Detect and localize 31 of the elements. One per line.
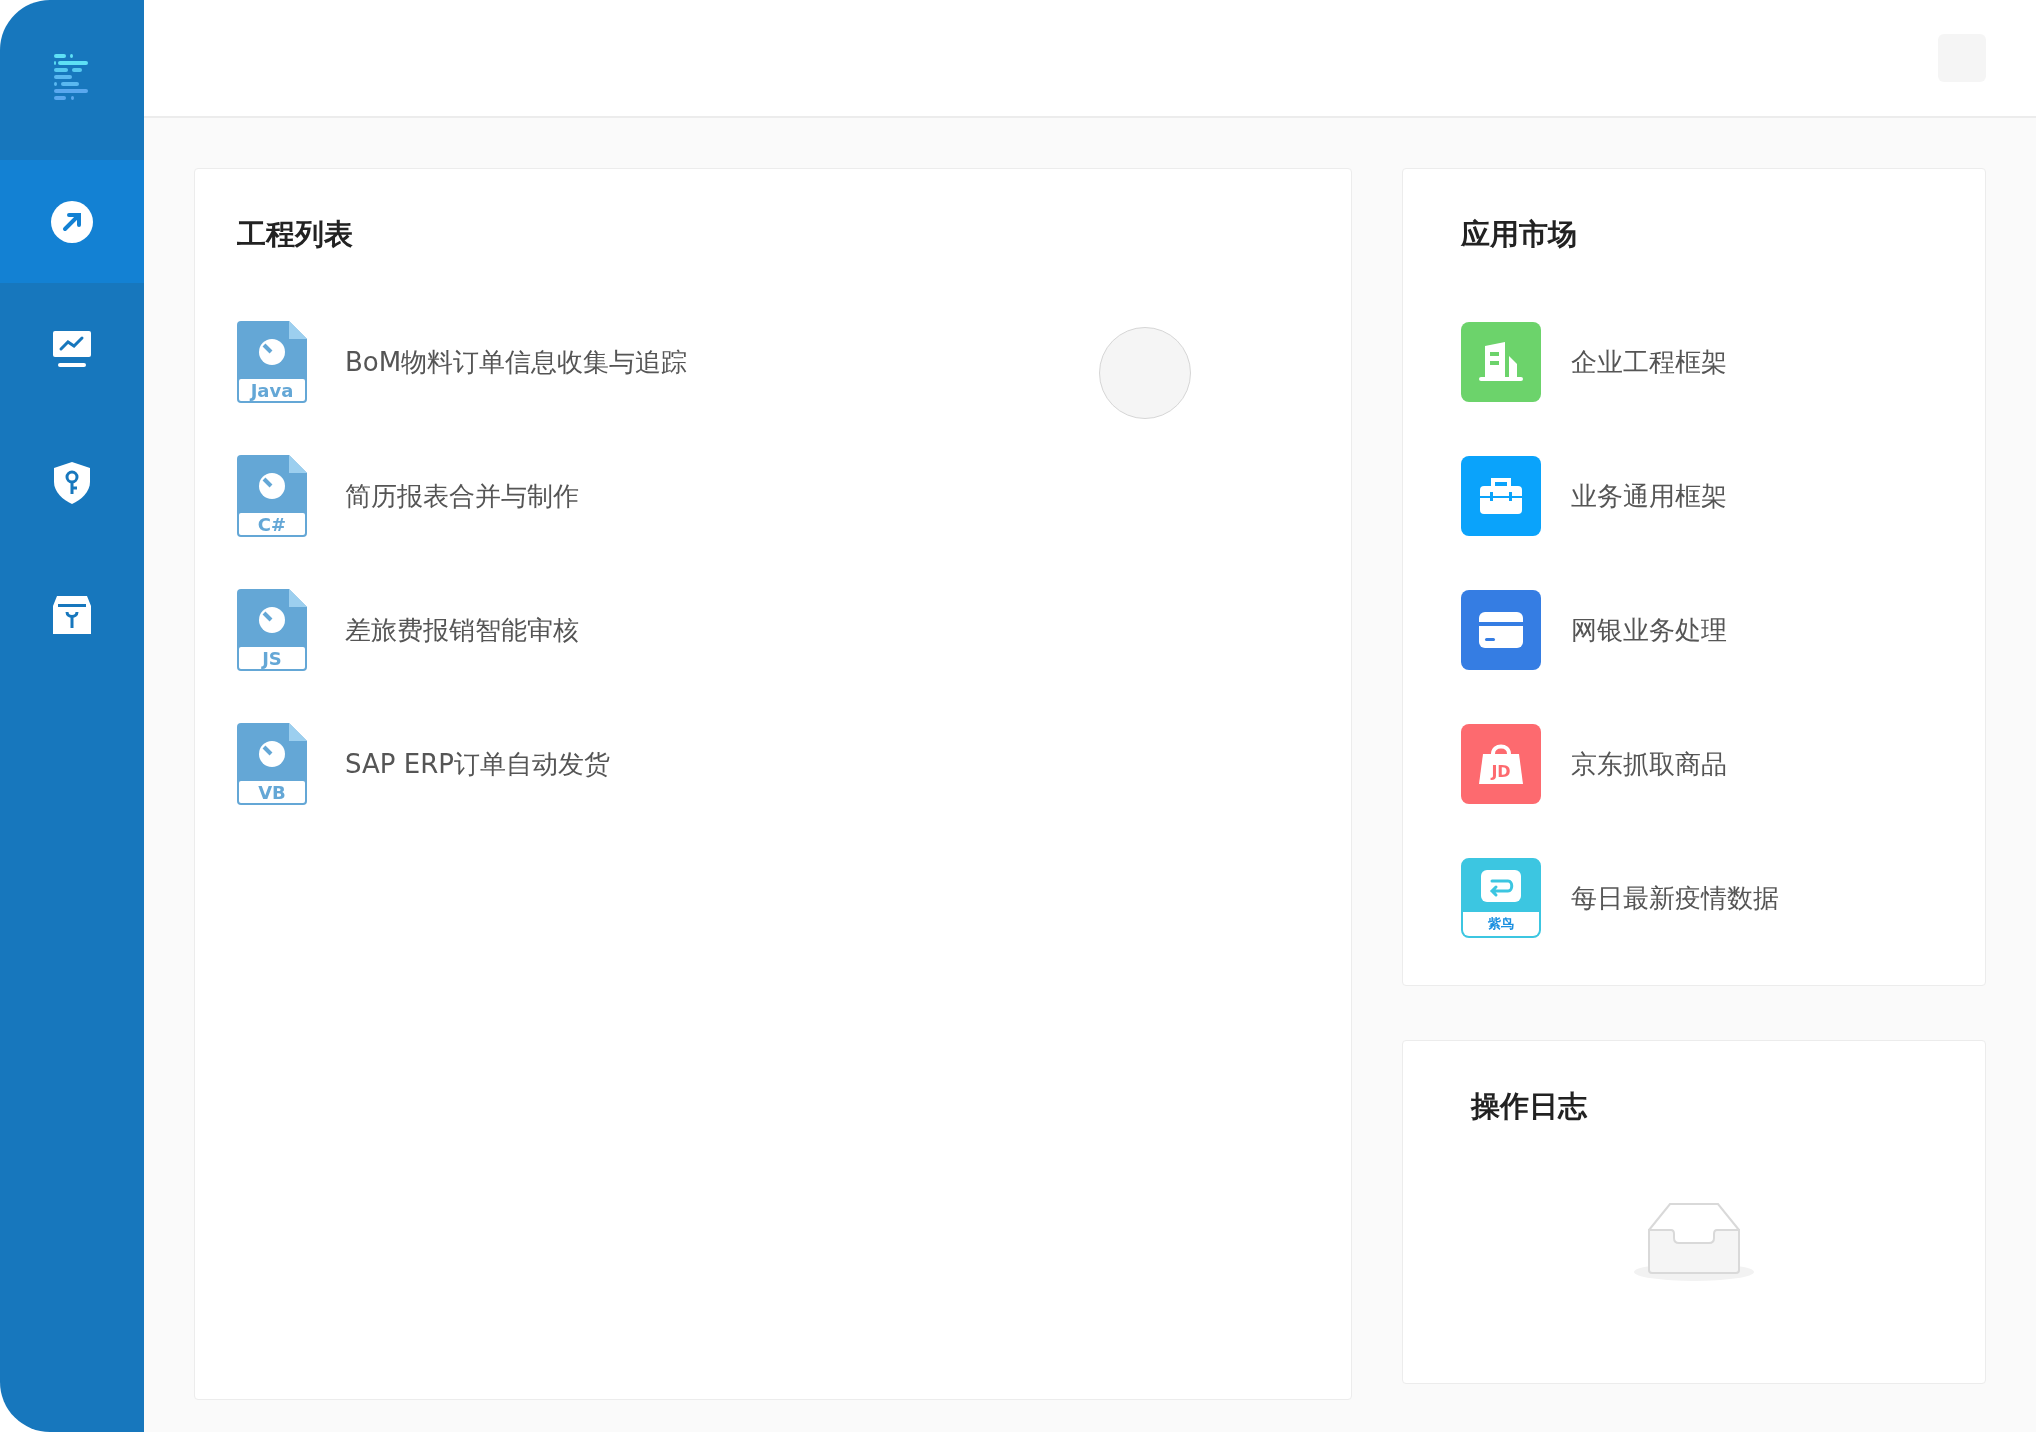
app-tile[interactable]: 紫鸟: [1461, 858, 1541, 938]
app-name[interactable]: 企业工程框架: [1571, 344, 1727, 380]
card-title: 操作日志: [1471, 1088, 1588, 1125]
arrow-circle-icon: [51, 200, 93, 243]
app-tile[interactable]: [1461, 590, 1541, 670]
building-icon: [1479, 342, 1523, 382]
shield-key-icon: [54, 461, 90, 504]
app-tile[interactable]: [1461, 322, 1541, 402]
code-file-icon: Java: [237, 321, 307, 403]
app-tile[interactable]: [1461, 456, 1541, 536]
app-name[interactable]: 网银业务处理: [1571, 612, 1727, 648]
app-badge: 紫鸟: [1463, 912, 1539, 936]
return-box-icon: [1481, 870, 1521, 902]
chart-monitor-icon: [53, 330, 91, 369]
card-title: 工程列表: [237, 216, 354, 253]
code-file-icon: JS: [237, 589, 307, 671]
briefcase-icon: [1480, 476, 1522, 516]
project-name[interactable]: BoM物料订单信息收集与追踪: [345, 344, 688, 380]
code-file-icon: VB: [237, 723, 307, 805]
app-name[interactable]: 业务通用框架: [1571, 478, 1727, 514]
sidebar-item[interactable]: [0, 160, 144, 283]
app-name[interactable]: 京东抓取商品: [1571, 746, 1727, 782]
project-name[interactable]: 差旅费报销智能审核: [345, 612, 579, 648]
app-name[interactable]: 每日最新疫情数据: [1571, 880, 1779, 916]
toolbox-icon: [53, 595, 91, 636]
project-name[interactable]: 简历报表合并与制作: [345, 478, 579, 514]
project-name[interactable]: SAP ERP订单自动发货: [345, 746, 610, 782]
card-title: 应用市场: [1461, 216, 1578, 253]
credit-card-icon: [1479, 612, 1523, 648]
empty-inbox-icon: [1634, 1202, 1754, 1282]
code-file-icon: C#: [237, 455, 307, 537]
